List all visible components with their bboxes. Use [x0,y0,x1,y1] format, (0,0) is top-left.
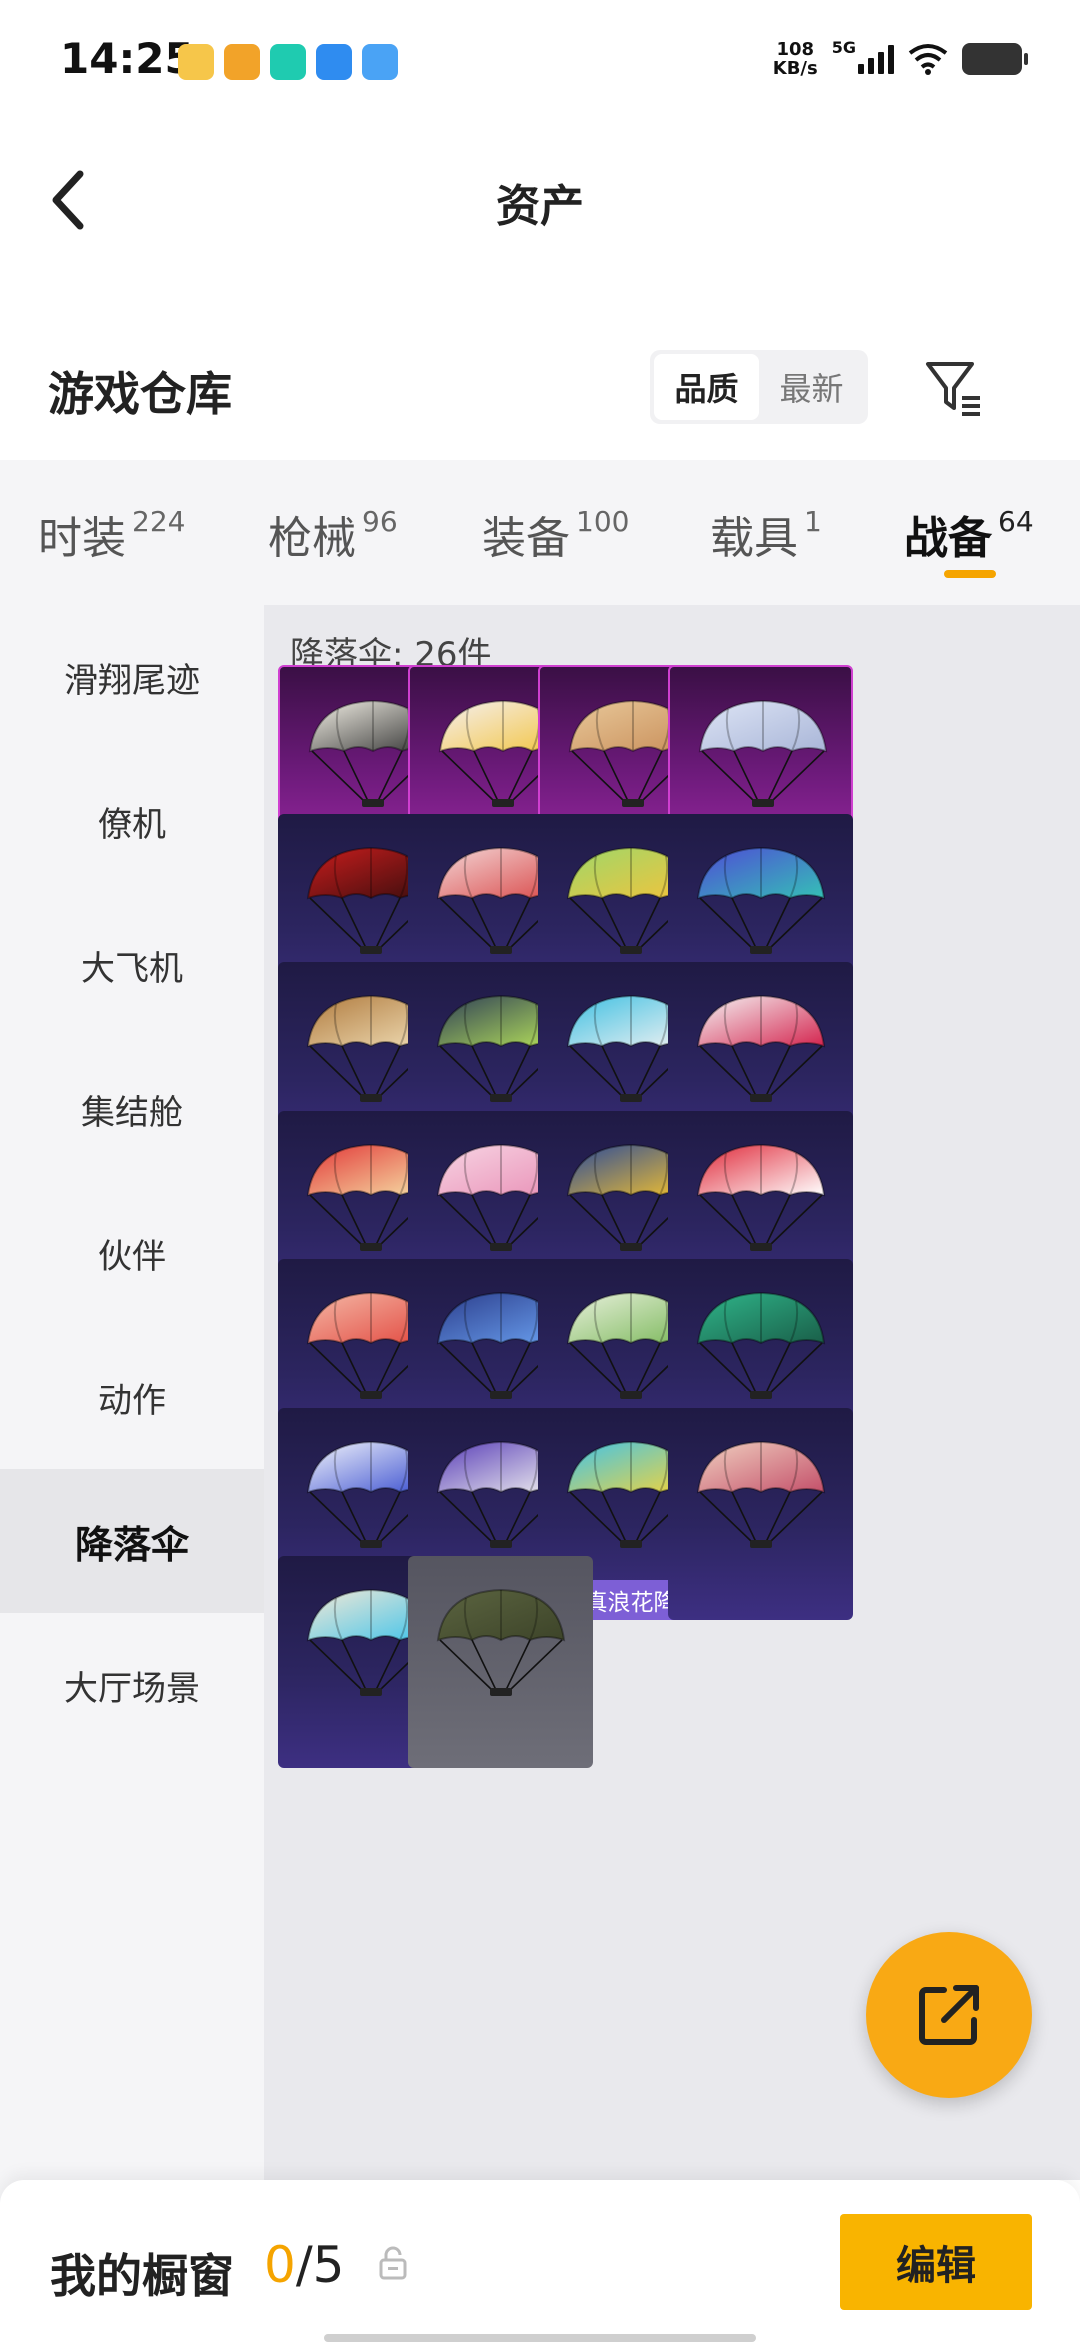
tab-label: 装备 [482,513,570,564]
active-tab-indicator [944,570,996,578]
signal-icon [858,44,894,74]
parachute-icon [696,1143,826,1251]
tab-label: 枪械 [268,513,356,564]
parachute-icon [698,699,828,807]
sidebar-item-glide-trail[interactable]: 滑翔尾迹 [0,605,264,749]
tab-label: 战备 [904,513,992,564]
showcase-used: 0 [264,2236,296,2294]
sort-option-quality[interactable]: 品质 [654,354,759,420]
lock-icon [379,2246,407,2280]
notification-app-icon [316,44,352,80]
status-indicators: 108 KB/s 5G [773,37,1028,78]
parachute-icon [696,1440,826,1548]
share-external-icon [919,1985,979,2045]
notification-app-icons [178,44,398,80]
battery-icon [962,43,1028,75]
wifi-icon [908,44,948,75]
tab-count: 1 [804,505,822,538]
filter-icon[interactable] [922,356,986,420]
tab-count: 100 [576,505,630,538]
network-speed: 108 KB/s [773,40,818,78]
sidebar-item-airplane[interactable]: 大飞机 [0,893,264,1037]
parachute-icon [436,1588,566,1696]
tab-battle-gear[interactable]: 战备 64 [904,502,1034,566]
tab-count: 224 [132,505,186,538]
showcase-count: 0/5 [264,2236,344,2294]
sidebar-item-emote[interactable]: 动作 [0,1325,264,1469]
sidebar-item-companion[interactable]: 伙伴 [0,1181,264,1325]
edit-button[interactable]: 编辑 [840,2214,1032,2310]
network-speed-value: 108 [776,39,815,60]
home-indicator [324,2334,756,2342]
subcategory-sidebar: 滑翔尾迹 僚机 大飞机 集结舱 伙伴 动作 降落伞 大厅场景 [0,605,264,2305]
showcase-total: /5 [295,2236,345,2294]
tab-equipment[interactable]: 装备 100 [482,502,629,566]
parachute-icon [696,846,826,954]
parachute-icon [696,994,826,1102]
sort-option-newest[interactable]: 最新 [759,354,864,420]
tab-label: 载具 [710,513,798,564]
notification-app-icon [224,44,260,80]
sidebar-item-lobby-scene[interactable]: 大厅场景 [0,1613,264,1757]
parachute-item[interactable] [668,1407,853,1620]
notification-app-icon [270,44,306,80]
status-time: 14:25 [60,34,194,83]
top-nav: 资产 [0,140,1080,260]
showcase-bar: 我的橱窗 0/5 编辑 [0,2180,1080,2344]
network-type: 5G [831,37,856,57]
notification-app-icon [178,44,214,80]
tab-count: 64 [998,505,1034,538]
parachute-item[interactable] [408,1556,593,1768]
tab-fashion[interactable]: 时装 224 [38,502,185,566]
share-button[interactable] [866,1932,1032,2098]
sidebar-item-assembly-pod[interactable]: 集结舱 [0,1037,264,1181]
showcase-title: 我的橱窗 [50,2249,234,2303]
warehouse-title: 游戏仓库 [48,367,232,421]
tab-vehicles[interactable]: 载具 1 [710,502,822,566]
parachute-icon [696,1291,826,1399]
tab-label: 时装 [38,513,126,564]
status-bar: 14:25 108 KB/s 5G [0,0,1080,120]
tab-weapons[interactable]: 枪械 96 [268,502,398,566]
sidebar-item-parachute[interactable]: 降落伞 [0,1469,264,1613]
sidebar-item-wingman[interactable]: 僚机 [0,749,264,893]
warehouse-header: 游戏仓库 品质 最新 [0,340,1080,450]
sort-toggle: 品质 最新 [650,350,868,424]
category-tabs: 时装 224 枪械 96 装备 100 载具 1 战备 64 [0,460,1080,605]
page-title: 资产 [496,181,584,232]
network-speed-unit: KB/s [772,58,818,79]
tab-count: 96 [362,505,398,538]
notification-app-icon [362,44,398,80]
